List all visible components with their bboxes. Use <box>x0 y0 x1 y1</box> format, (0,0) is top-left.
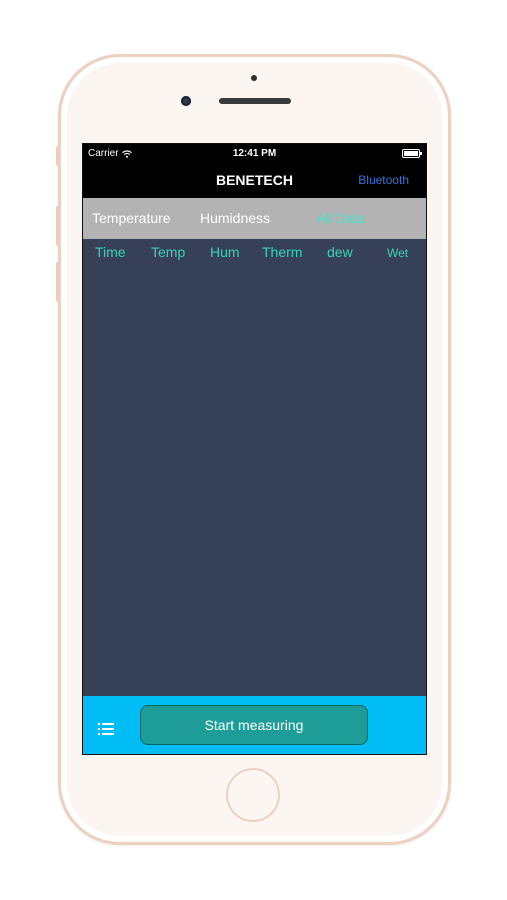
column-header-dew: dew <box>327 244 353 260</box>
data-type-tabs: Temperature Humidness All Data <box>83 198 426 239</box>
column-header-time: Time <box>95 244 126 260</box>
app-screen: Carrier 12:41 PM BENETECH Bluetooth Temp… <box>82 143 427 755</box>
home-button[interactable] <box>226 768 280 822</box>
column-header-wet: Wet <box>387 246 409 260</box>
earpiece-speaker <box>219 98 291 104</box>
status-time: 12:41 PM <box>232 148 277 159</box>
tab-all-data[interactable]: All Data <box>316 210 365 226</box>
column-header-temp: Temp <box>151 244 186 260</box>
column-header-therm: Therm <box>262 244 303 260</box>
front-camera <box>181 96 191 106</box>
device-mockup: Carrier 12:41 PM BENETECH Bluetooth Temp… <box>0 0 507 900</box>
status-bar: Carrier 12:41 PM <box>83 144 426 164</box>
bottom-toolbar: Start measuring <box>83 696 426 754</box>
data-table: Time Temp Hum Therm dew Wet <box>83 239 426 696</box>
proximity-sensor <box>251 75 257 81</box>
start-measuring-button[interactable]: Start measuring <box>140 705 368 745</box>
bluetooth-button[interactable]: Bluetooth <box>358 173 409 187</box>
column-header-hum: Hum <box>210 244 240 260</box>
tab-humidness[interactable]: Humidness <box>200 210 270 226</box>
list-icon[interactable] <box>98 723 114 735</box>
battery-icon <box>402 149 422 158</box>
tab-temperature[interactable]: Temperature <box>92 210 171 226</box>
navigation-bar: BENETECH Bluetooth <box>83 164 426 198</box>
